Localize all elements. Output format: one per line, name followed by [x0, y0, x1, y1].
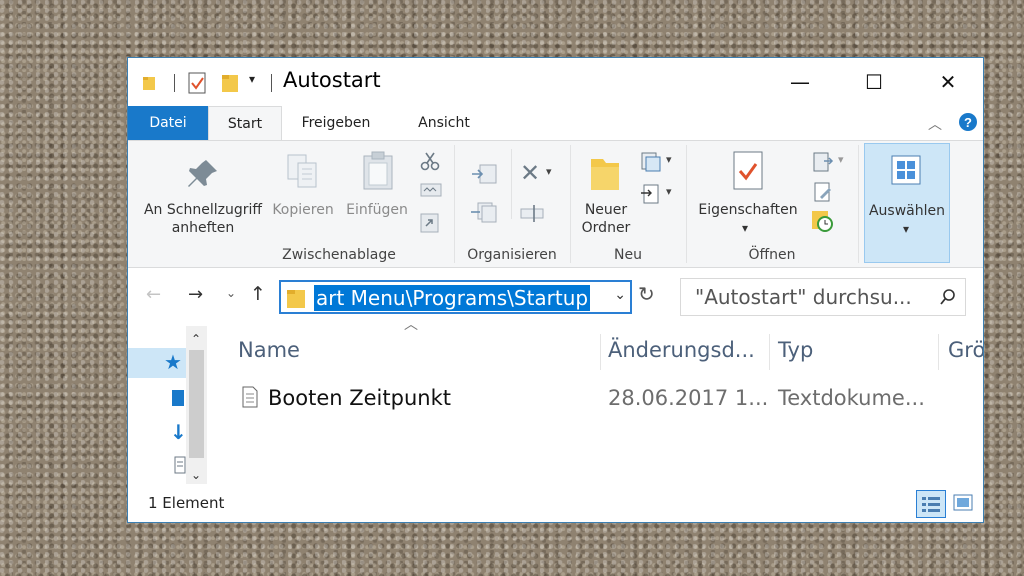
pin-label-line1: An Schnellzugriff [143, 202, 263, 218]
large-icons-view-icon[interactable] [952, 492, 974, 514]
select-dropdown-icon: ▾ [903, 222, 910, 236]
easy-access-icon[interactable] [640, 183, 662, 205]
properties-dropdown-icon[interactable]: ▾ [742, 221, 748, 235]
copy-button[interactable]: Kopieren [270, 201, 336, 219]
explorer-window: ▾ Autostart — ☐ ✕ Datei Start Freigeben … [127, 57, 984, 523]
documents-icon[interactable] [174, 456, 186, 474]
pin-label-line2: anheften [171, 220, 235, 236]
address-path[interactable]: art Menu\Programs\Startup [314, 285, 591, 311]
new-folder-label-line1: Neuer [584, 202, 628, 218]
open-dropdown-icon[interactable]: ▾ [838, 153, 844, 166]
new-folder-quick-icon[interactable] [221, 73, 239, 93]
new-folder-icon [591, 159, 619, 190]
nav-pane-scrollbar[interactable]: ⌃ ⌄ [186, 326, 207, 484]
navigation-pane: ★ ↓ ⌃ ⌄ [128, 324, 208, 484]
paste-shortcut-icon[interactable] [420, 211, 440, 233]
move-to-icon[interactable] [470, 163, 498, 185]
details-view-icon[interactable] [916, 490, 946, 518]
nav-scroll-down-icon[interactable]: ⌄ [191, 468, 201, 482]
column-name[interactable]: Name [238, 338, 300, 362]
new-folder-label-line2: Ordner [581, 220, 631, 236]
nav-scroll-thumb[interactable] [189, 350, 204, 458]
column-type[interactable]: Typ [778, 338, 813, 362]
edit-icon[interactable] [812, 181, 834, 203]
folder-small-icon [143, 77, 155, 90]
maximize-icon: ☐ [865, 70, 883, 94]
file-name[interactable]: Booten Zeitpunkt [268, 386, 451, 410]
maximize-button[interactable]: ☐ [837, 58, 911, 106]
address-bar[interactable]: art Menu\Programs\Startup ⌄ [279, 280, 632, 314]
customize-quick-access-icon[interactable]: ▾ [249, 72, 255, 86]
tab-ansicht[interactable]: Ansicht [404, 106, 484, 140]
recent-locations-icon[interactable]: ⌄ [226, 286, 236, 300]
properties-quick-icon[interactable] [188, 72, 206, 94]
copy-path-icon[interactable] [420, 183, 442, 197]
properties-button[interactable]: Eigenschaften [692, 201, 804, 219]
navigation-bar: ← → ⌄ ↑ art Menu\Programs\Startup ⌄ ↻ "A… [128, 268, 983, 324]
delete-icon[interactable]: ✕ [520, 159, 540, 187]
window-title: Autostart [283, 68, 381, 92]
ribbon: An Schnellzugriff anheften Kopieren Einf… [128, 140, 983, 268]
properties-icon [733, 151, 763, 190]
tab-datei[interactable]: Datei [128, 106, 208, 140]
cut-icon[interactable] [420, 151, 440, 171]
pin-icon [188, 160, 217, 187]
content-area: ★ ↓ ⌃ ⌄ ︿ Name Änderungsd... Typ Grö Boo… [128, 317, 983, 484]
minimize-icon: — [790, 70, 810, 94]
search-input[interactable]: "Autostart" durchsu... [695, 285, 912, 309]
paste-icon [363, 151, 393, 190]
title-bar: ▾ Autostart — ☐ ✕ [128, 58, 983, 106]
select-grid-icon [891, 155, 921, 185]
group-zwischenablage: Zwischenablage [282, 247, 396, 263]
help-icon[interactable]: ? [958, 112, 978, 132]
up-icon[interactable]: ↑ [250, 283, 266, 305]
minimize-button[interactable]: — [763, 58, 837, 106]
refresh-icon[interactable]: ↻ [638, 282, 655, 306]
close-button[interactable]: ✕ [911, 58, 983, 106]
sort-indicator-icon: ︿ [404, 317, 418, 333]
text-file-icon [242, 386, 258, 408]
pin-quick-access-button[interactable]: An Schnellzugriff anheften [136, 201, 270, 237]
ribbon-tabs: Datei Start Freigeben Ansicht ︿ ? [128, 106, 983, 141]
downloads-icon[interactable]: ↓ [170, 420, 187, 444]
group-oeffnen: Öffnen [748, 247, 796, 263]
delete-dropdown-icon[interactable]: ▾ [546, 165, 552, 178]
group-neu: Neu [614, 247, 642, 263]
select-label: Auswählen [868, 203, 946, 219]
nav-scroll-up-icon[interactable]: ⌃ [191, 332, 201, 346]
new-item-icon[interactable] [640, 151, 662, 173]
rename-icon[interactable] [520, 203, 544, 223]
desktop-icon[interactable] [172, 390, 184, 406]
copy-icon [287, 154, 317, 188]
paste-button[interactable]: Einfügen [342, 201, 412, 219]
select-button[interactable]: Auswählen ▾ [864, 143, 950, 263]
nav-pane-selected-item[interactable] [128, 348, 192, 378]
tab-freigeben[interactable]: Freigeben [290, 106, 382, 140]
group-organisieren: Organisieren [467, 247, 557, 263]
column-size[interactable]: Grö [948, 338, 983, 362]
search-box[interactable]: "Autostart" durchsu... [680, 278, 966, 316]
new-folder-button[interactable]: Neuer Ordner [570, 201, 642, 237]
column-modified[interactable]: Änderungsd... [608, 338, 755, 362]
search-icon [940, 289, 955, 305]
back-icon[interactable]: ← [146, 284, 161, 305]
easy-access-dropdown-icon[interactable]: ▾ [666, 185, 672, 198]
quick-access-star-icon[interactable]: ★ [164, 350, 182, 374]
svg-text:?: ? [964, 115, 972, 130]
item-count: 1 Element [148, 494, 225, 512]
address-folder-icon [287, 290, 305, 308]
tab-start[interactable]: Start [208, 106, 282, 141]
status-bar: 1 Element [128, 484, 983, 522]
collapse-ribbon-icon[interactable]: ︿ [928, 114, 942, 134]
forward-icon[interactable]: → [188, 284, 203, 305]
open-icon[interactable] [812, 151, 834, 173]
file-modified: 28.06.2017 1... [608, 386, 769, 410]
file-type: Textdokume... [778, 386, 925, 410]
address-dropdown-icon[interactable]: ⌄ [614, 287, 626, 303]
new-item-dropdown-icon[interactable]: ▾ [666, 153, 672, 166]
copy-to-icon[interactable] [470, 201, 498, 223]
history-icon[interactable] [810, 209, 834, 233]
close-icon: ✕ [939, 70, 957, 94]
